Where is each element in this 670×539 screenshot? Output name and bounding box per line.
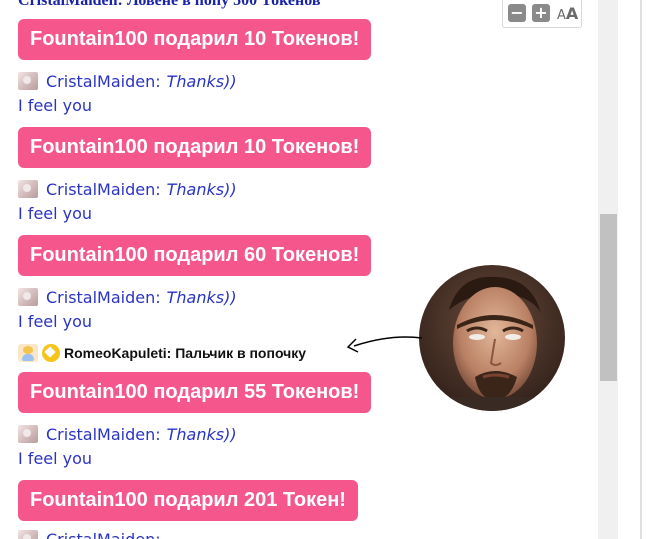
coin-icon — [42, 344, 60, 362]
chat-message: CristalMaiden: Thanks)) — [18, 180, 237, 200]
chat-panel: CristalMaiden: Ловене в попу 500 Токенов… — [0, 0, 598, 539]
chat-username[interactable]: CristalMaiden: — [46, 180, 161, 199]
chat-reply: I feel you — [18, 204, 93, 223]
avatar-icon — [18, 72, 38, 90]
chat-reply: I feel you — [18, 96, 93, 115]
chat-reply: I feel you — [18, 449, 93, 468]
annotation-arrow-icon — [346, 336, 423, 353]
chat-username[interactable]: RomeoKapuleti: — [64, 345, 171, 361]
user-avatar-icon — [18, 344, 38, 362]
right-gutter — [618, 0, 640, 539]
chat-reply: I feel you — [18, 312, 93, 331]
avatar-icon — [18, 288, 38, 306]
chat-message-text: Thanks)) — [166, 425, 237, 444]
tip-message: Fountain100 подарил 55 Токенов! — [18, 372, 372, 413]
font-size-controls: − + AA — [502, 0, 582, 28]
chat-username[interactable]: CristalMaiden: — [46, 530, 161, 539]
chat-message: CristalMaiden: — [18, 530, 161, 539]
minus-icon[interactable]: − — [508, 4, 526, 22]
chat-username[interactable]: CristalMaiden: — [46, 72, 161, 91]
chat-message-text: Пальчик в попочку — [175, 345, 307, 361]
chat-username[interactable]: CristalMaiden: — [46, 425, 161, 444]
chat-message: CristalMaiden: Thanks)) — [18, 425, 237, 445]
partial-top-message: CristalMaiden: Ловене в попу 500 Токенов — [18, 0, 321, 9]
chat-message-text: Thanks)) — [166, 72, 237, 91]
right-panel — [642, 0, 670, 539]
tip-message: Fountain100 подарил 10 Токенов! — [18, 19, 372, 60]
avatar-icon — [18, 180, 38, 198]
font-size-toggle[interactable]: AA — [557, 4, 578, 26]
tip-message: Fountain100 подарил 60 Токенов! — [18, 235, 372, 276]
chat-message-text: Thanks)) — [166, 180, 237, 199]
tip-message: Fountain100 подарил 201 Токен! — [18, 480, 358, 521]
font-size-label-big: A — [565, 4, 579, 23]
font-size-label-small: A — [557, 8, 566, 23]
chat-message: CristalMaiden: Thanks)) — [18, 72, 237, 92]
plus-icon[interactable]: + — [532, 4, 550, 22]
chat-message-romeo: RomeoKapuleti: Пальчик в попочку — [18, 343, 306, 363]
avatar-icon — [18, 425, 38, 443]
avatar-icon — [18, 530, 38, 539]
chat-username[interactable]: CristalMaiden: — [46, 288, 161, 307]
reaction-face-image — [419, 265, 565, 411]
tip-message: Fountain100 подарил 10 Токенов! — [18, 127, 372, 168]
chat-message-text: Thanks)) — [166, 288, 237, 307]
chat-message: CristalMaiden: Thanks)) — [18, 288, 237, 308]
scrollbar-thumb[interactable] — [600, 214, 617, 381]
